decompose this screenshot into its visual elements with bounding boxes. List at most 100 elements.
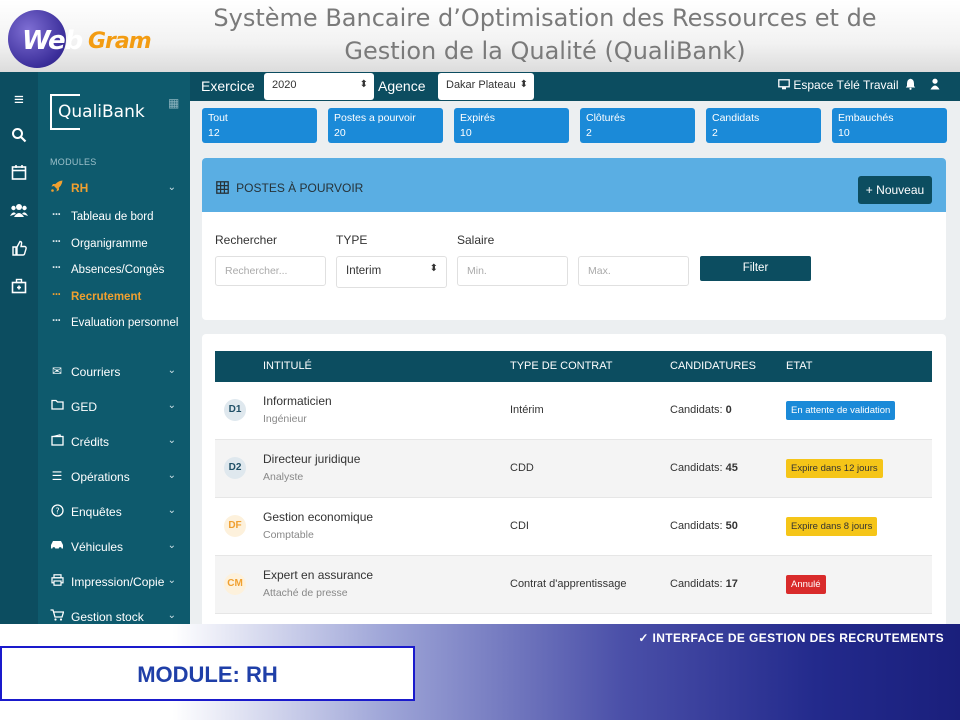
stat-card-clotures[interactable]: Clôturés 2 xyxy=(580,108,695,143)
status-badge: En attente de validation xyxy=(786,401,896,420)
select-arrows-icon: ⬍ xyxy=(359,79,368,90)
stat-value: 20 xyxy=(334,127,346,139)
search-icon[interactable] xyxy=(9,127,29,147)
exercice-label: Exercice xyxy=(201,78,255,94)
brand-text: QualiBank xyxy=(58,102,145,122)
stat-value: 2 xyxy=(712,127,718,139)
sidebar-item-ged[interactable]: GED ⌄ xyxy=(50,399,182,419)
new-button[interactable]: + Nouveau xyxy=(858,176,932,204)
salary-label: Salaire xyxy=(457,233,495,247)
plus-icon: + xyxy=(865,183,873,197)
webgram-logo: Web Gram xyxy=(8,10,152,68)
dots-icon: ··· xyxy=(52,289,61,301)
job-title[interactable]: Expert en assurance xyxy=(263,568,373,582)
candidates-count: Candidats: 50 xyxy=(670,520,738,532)
qualibank-logo: QualiBank xyxy=(50,90,146,134)
exercice-select[interactable]: 2020 ⬍ xyxy=(264,73,374,100)
type-select[interactable]: Interim ⬍ xyxy=(336,256,447,288)
contract-type: CDI xyxy=(510,520,529,532)
jobs-table-card: INTITULÉ TYPE DE CONTRAT CANDIDATURES ET… xyxy=(202,334,946,624)
table-header: INTITULÉ TYPE DE CONTRAT CANDIDATURES ET… xyxy=(215,351,932,382)
section-title: POSTES À POURVOIR xyxy=(216,180,363,197)
thumbs-up-icon[interactable] xyxy=(9,240,29,260)
column-header-contrat[interactable]: TYPE DE CONTRAT xyxy=(510,360,612,372)
logo-gram-text: Gram xyxy=(88,29,152,54)
sidebar-subitem-evaluation-personnel[interactable]: ··· Evaluation personnel xyxy=(50,315,190,335)
stat-label: Candidats xyxy=(712,112,760,124)
briefcase-icon[interactable] xyxy=(9,278,29,298)
job-code-badge: CM xyxy=(224,573,246,595)
logo-web-text: Web xyxy=(22,26,83,56)
stat-card-tout[interactable]: Tout 12 xyxy=(202,108,317,143)
sidebar-item-label: Gestion stock xyxy=(71,610,144,624)
sidebar-item-rh[interactable]: RH ⌄ xyxy=(50,179,182,199)
module-box: MODULE: RH xyxy=(0,646,415,701)
salary-min-input[interactable]: Min. xyxy=(457,256,568,286)
search-input[interactable]: Rechercher... xyxy=(215,256,326,286)
sidebar-item-enquetes[interactable]: ? Enquêtes ⌄ xyxy=(50,504,182,524)
sidebar-item-operations[interactable]: ☰ Opérations ⌄ xyxy=(50,469,182,489)
stat-card-postes[interactable]: Postes a pourvoir 20 xyxy=(328,108,443,143)
table-grid-icon xyxy=(216,180,233,197)
sidebar-subitem-organigramme[interactable]: ··· Organigramme xyxy=(50,236,190,256)
agence-select[interactable]: Dakar Plateau ⬍ xyxy=(438,73,534,100)
table-row[interactable]: D2 Directeur juridique Analyste CDD Cand… xyxy=(215,440,932,498)
sidebar-item-impression-copie[interactable]: Impression/Copie ⌄ xyxy=(50,574,182,594)
sidebar-item-courriers[interactable]: ✉ Courriers ⌄ xyxy=(50,364,182,384)
filter-button[interactable]: Filter xyxy=(700,256,811,281)
menu-icon[interactable]: ≡ xyxy=(9,90,29,110)
stat-label: Expirés xyxy=(460,112,496,124)
question-circle-icon: ? xyxy=(50,504,64,520)
sidebar-subitem-absences-conges[interactable]: ··· Absences/Congès xyxy=(50,262,190,282)
table-row[interactable]: CM Expert en assurance Attaché de presse… xyxy=(215,556,932,614)
sidebar-item-label: Véhicules xyxy=(71,540,124,554)
job-title[interactable]: Gestion economique xyxy=(263,510,373,524)
sidebar-subitem-recrutement[interactable]: ··· Recrutement xyxy=(50,289,190,309)
stat-value: 10 xyxy=(838,127,850,139)
icon-rail: ≡ xyxy=(0,72,38,624)
status-badge: Annulé xyxy=(786,575,826,594)
bell-icon[interactable] xyxy=(905,78,916,93)
folder-icon xyxy=(50,399,64,413)
grid-icon[interactable]: ▦ xyxy=(168,96,179,110)
sidebar-item-rh-label: RH xyxy=(71,181,89,195)
monitor-icon xyxy=(778,78,793,92)
column-header-candidatures[interactable]: CANDIDATURES xyxy=(670,360,756,372)
table-row[interactable]: D1 Informaticien Ingénieur Intérim Candi… xyxy=(215,382,932,440)
contract-type: CDD xyxy=(510,462,534,474)
cart-icon xyxy=(50,609,65,624)
column-header-intitule[interactable]: INTITULÉ xyxy=(263,360,312,372)
contract-type: Contrat d'apprentissage xyxy=(510,578,627,590)
modules-label: MODULES xyxy=(50,157,97,167)
users-icon[interactable] xyxy=(9,202,29,222)
job-code-badge: DF xyxy=(224,515,246,537)
banner-note: ✓ INTERFACE DE GESTION DES RECRUTEMENTS xyxy=(638,631,944,645)
user-icon[interactable] xyxy=(930,78,940,93)
search-label: Rechercher xyxy=(215,233,278,247)
job-title[interactable]: Informaticien xyxy=(263,394,332,408)
sidebar-item-gestion-stock[interactable]: Gestion stock ⌄ xyxy=(50,609,182,624)
stat-card-candidats[interactable]: Candidats 2 xyxy=(706,108,821,143)
job-subtitle: Comptable xyxy=(263,529,314,541)
stat-card-expires[interactable]: Expirés 10 xyxy=(454,108,569,143)
stat-card-embauches[interactable]: Embauchés 10 xyxy=(832,108,947,143)
contract-type: Intérim xyxy=(510,404,544,416)
calendar-icon[interactable] xyxy=(9,164,29,184)
status-badge: Expire dans 8 jours xyxy=(786,517,878,536)
envelope-icon: ✉ xyxy=(51,364,63,378)
table-row[interactable]: DF Gestion economique Comptable CDI Cand… xyxy=(215,498,932,556)
sidebar-item-credits[interactable]: Crédits ⌄ xyxy=(50,434,182,454)
top-bar: Exercice 2020 ⬍ Agence Dakar Plateau ⬍ E… xyxy=(190,72,960,101)
sidebar-item-vehicules[interactable]: Véhicules ⌄ xyxy=(50,539,182,559)
filter-card-header: POSTES À POURVOIR + Nouveau xyxy=(202,158,946,212)
job-title[interactable]: Directeur juridique xyxy=(263,452,360,466)
column-header-etat[interactable]: ETAT xyxy=(786,360,812,372)
sidebar-subitem-label: Organigramme xyxy=(71,238,148,250)
salary-max-input[interactable]: Max. xyxy=(578,256,689,286)
printer-icon xyxy=(50,574,64,589)
type-value: Interim xyxy=(346,265,382,277)
remote-work-label: Espace Télé Travail xyxy=(793,78,899,92)
sidebar-subitem-tableau-de-bord[interactable]: ··· Tableau de bord xyxy=(50,209,190,229)
remote-work-link[interactable]: Espace Télé Travail xyxy=(778,78,899,92)
new-button-label: Nouveau xyxy=(876,183,925,197)
